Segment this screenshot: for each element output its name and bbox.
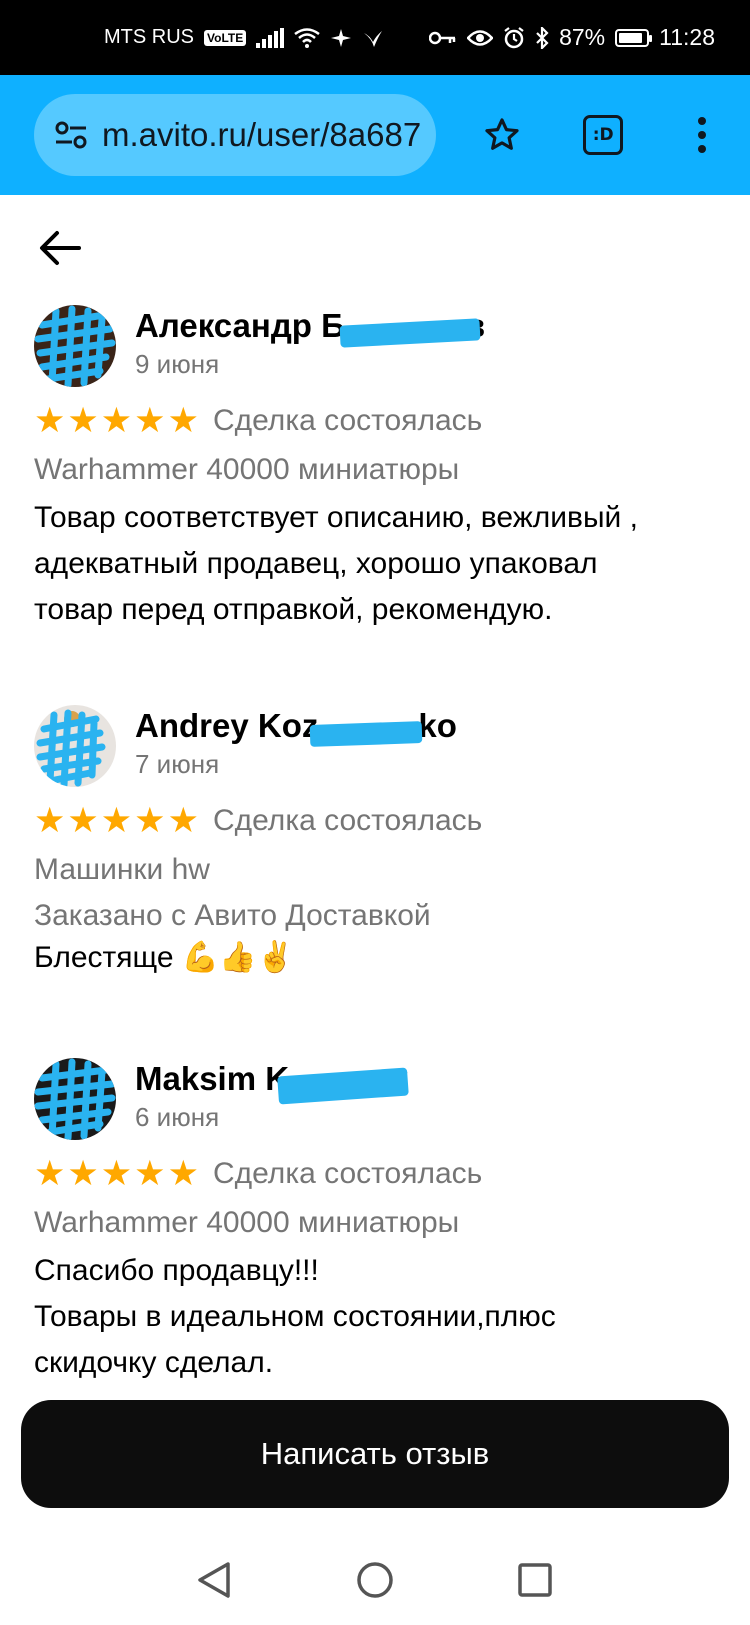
- signal-icon: [256, 27, 285, 48]
- star-icon: [485, 118, 519, 150]
- battery-percent: 87%: [559, 24, 606, 50]
- avatar[interactable]: [34, 1058, 116, 1140]
- bookmark-button[interactable]: [474, 107, 529, 163]
- star-icon: ★: [134, 801, 166, 841]
- write-review-button[interactable]: Написать отзыв: [21, 1400, 729, 1508]
- menu-dot: [698, 117, 707, 125]
- back-button[interactable]: [34, 222, 86, 274]
- nav-back-button[interactable]: [184, 1550, 244, 1610]
- rating-row: ★ ★ ★ ★ ★ Сделка состоялась: [34, 801, 482, 841]
- arrow-left-icon: [40, 231, 81, 265]
- star-icon: ★: [34, 401, 66, 441]
- star-icon: ★: [167, 801, 199, 841]
- key-icon: [429, 31, 456, 44]
- star-icon: ★: [100, 1154, 133, 1194]
- star-icon: ★: [134, 401, 166, 441]
- item-title[interactable]: Машинки hw: [34, 853, 210, 887]
- star-icon: ★: [67, 801, 99, 841]
- bird-icon: [364, 30, 383, 47]
- review-text: Товар соответствует описанию, вежливый ,…: [34, 501, 638, 626]
- recents-square-icon: [518, 1563, 552, 1597]
- back-triangle-icon: [198, 1562, 230, 1598]
- avatar[interactable]: [34, 305, 116, 387]
- nav-home-button[interactable]: [345, 1550, 405, 1610]
- extension-icon: :D: [583, 115, 624, 155]
- extension-button[interactable]: :D: [576, 107, 631, 163]
- review-date: 9 июня: [135, 349, 220, 379]
- wifi-icon: [294, 27, 320, 48]
- rating-row: ★ ★ ★ ★ ★ Сделка состоялась: [34, 401, 482, 441]
- star-icon: ★: [100, 401, 133, 441]
- star-icon: ★: [134, 1154, 166, 1194]
- site-settings-icon[interactable]: [54, 120, 88, 150]
- status-bar: MTS RUS VoLTE 87% 11:28: [0, 0, 750, 75]
- avatar-redaction: [36, 709, 106, 787]
- avatar-redaction: [34, 1058, 116, 1140]
- battery-icon: [615, 28, 653, 47]
- review-date: 7 июня: [135, 749, 220, 779]
- menu-button[interactable]: [675, 107, 730, 163]
- bluetooth-icon: [536, 26, 549, 49]
- item-title[interactable]: Warhammer 40000 миниатюры: [34, 453, 459, 487]
- volte-badge: VoLTE: [204, 29, 247, 46]
- carrier-label: MTS RUS: [104, 26, 194, 48]
- name-redaction: [309, 721, 423, 747]
- url-text[interactable]: m.avito.ru/user/8a687: [102, 116, 421, 154]
- deal-status: Сделка состоялась: [212, 804, 483, 837]
- rating-row: ★ ★ ★ ★ ★ Сделка состоялась: [34, 1154, 482, 1194]
- deal-status: Сделка состоялась: [212, 1157, 483, 1190]
- star-icon: ★: [167, 1154, 199, 1194]
- battery-fill: [619, 32, 643, 43]
- avatar[interactable]: [34, 705, 116, 787]
- review-text: Блестяще 💪👍✌️: [34, 941, 294, 974]
- review-text: Спасибо продавцу!!! Товары в идеальном с…: [34, 1254, 556, 1379]
- delivery-note: Заказано с Авито Доставкой: [34, 899, 431, 932]
- star-icon: ★: [34, 801, 66, 841]
- review-card: Maksim Kv 6 июня ★★★★★ Сделка состоялась…: [34, 1058, 724, 1388]
- star-icon: ★: [34, 1154, 66, 1194]
- star-icon: ★: [100, 801, 133, 841]
- review-card: Andrey Koz ko 7 июня ★ ★ ★ ★ ★ Сделка состоял…: [34, 705, 724, 995]
- address-bar[interactable]: m.avito.ru/user/8a687: [34, 94, 437, 176]
- item-title[interactable]: Warhammer 40000 миниатюры: [34, 1206, 459, 1240]
- alarm-icon: [504, 26, 524, 48]
- star-icon: ★: [67, 401, 99, 441]
- menu-dot: [698, 131, 707, 139]
- eye-icon: [467, 29, 494, 46]
- menu-dot: [698, 145, 707, 153]
- system-nav-bar: [0, 1540, 750, 1625]
- home-circle-icon: [357, 1562, 393, 1598]
- notification-icon: [331, 28, 352, 47]
- deal-status: Сделка состоялась: [212, 404, 483, 437]
- star-icon: ★: [167, 401, 199, 441]
- review-card: Александр Бв 9 июня ★★★★★ Сделка состоял…: [34, 305, 724, 635]
- avatar-redaction: [34, 305, 116, 387]
- clock: 11:28: [659, 24, 715, 50]
- nav-recents-button[interactable]: [505, 1550, 565, 1610]
- star-icon: ★: [67, 1154, 99, 1194]
- review-date: 6 июня: [135, 1102, 220, 1132]
- browser-toolbar: m.avito.ru/user/8a687 :D: [0, 75, 750, 195]
